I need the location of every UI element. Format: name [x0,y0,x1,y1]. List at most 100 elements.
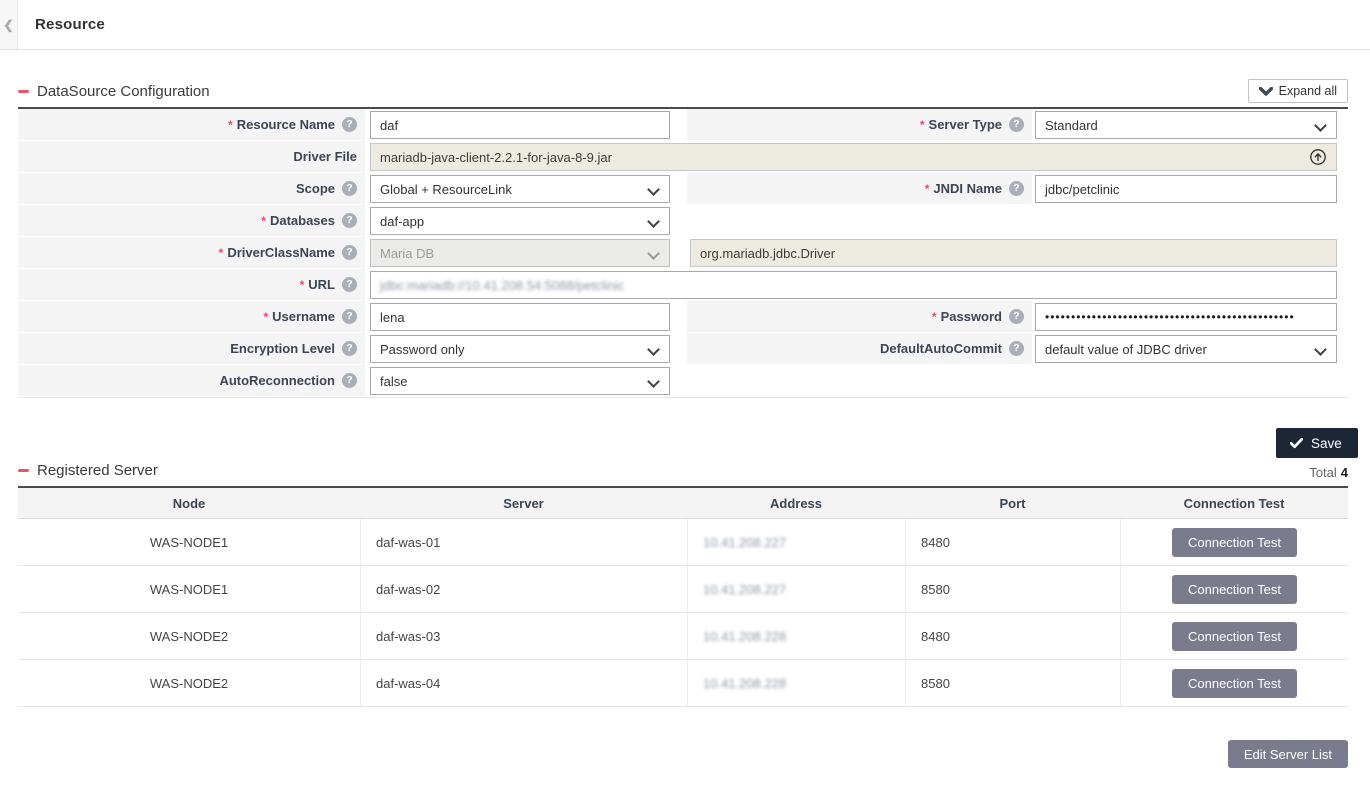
help-icon[interactable]: ? [342,181,357,196]
port-cell: 8580 [905,566,1120,612]
server-cell: daf-was-02 [360,566,687,612]
registered-server-section-header: Registered Server Total4 [18,462,1348,486]
node-cell: WAS-NODE2 [18,613,360,659]
url-redacted-value: jdbc:mariadb://10.41.208.54:5088/petclin… [380,278,624,293]
top-bar: ❮ Resource [0,0,1370,50]
auto-reconnection-select[interactable]: false [370,367,670,395]
table-row: WAS-NODE2 daf-was-03 10.41.208.228 8480 … [18,613,1348,660]
table-row: WAS-NODE1 daf-was-01 10.41.208.227 8480 … [18,519,1348,566]
help-icon[interactable]: ? [342,373,357,388]
save-button[interactable]: Save [1276,428,1358,458]
address-cell: 10.41.208.228 [687,613,905,659]
table-row: WAS-NODE2 daf-was-04 10.41.208.228 8580 … [18,660,1348,707]
help-icon[interactable]: ? [342,277,357,292]
form-row: AutoReconnection ? false [18,365,1348,397]
connection-test-button[interactable]: Connection Test [1172,669,1297,698]
resource-name-label: * Resource Name ? [18,109,365,141]
form-row: * Username ? lena * Password ? •••••••••… [18,301,1348,333]
node-cell: WAS-NODE2 [18,660,360,706]
form-row: * DriverClassName ? Maria DB org.mariadb… [18,237,1348,269]
required-asterisk: * [263,310,268,324]
form-row: * Resource Name ? daf * Server Type ? St… [18,109,1348,141]
required-asterisk: * [300,278,305,292]
help-icon[interactable]: ? [1009,309,1024,324]
port-cell: 8580 [905,660,1120,706]
server-cell: daf-was-01 [360,519,687,565]
table-row: WAS-NODE1 daf-was-02 10.41.208.227 8580 … [18,566,1348,613]
required-asterisk: * [920,118,925,132]
help-icon[interactable]: ? [342,245,357,260]
help-icon[interactable]: ? [342,117,357,132]
url-label: * URL ? [18,269,365,301]
node-cell: WAS-NODE1 [18,519,360,565]
help-icon[interactable]: ? [1009,117,1024,132]
encryption-level-label: Encryption Level ? [18,333,365,365]
column-header-connection-test: Connection Test [1120,488,1348,518]
column-header-node: Node [18,488,360,518]
default-auto-commit-label: DefaultAutoCommit ? [687,333,1032,365]
port-cell: 8480 [905,519,1120,565]
node-cell: WAS-NODE1 [18,566,360,612]
connection-test-button[interactable]: Connection Test [1172,622,1297,651]
form-row: Driver File mariadb-java-client-2.2.1-fo… [18,141,1348,173]
address-redacted-value: 10.41.208.227 [703,535,786,550]
edit-server-list-button[interactable]: Edit Server List [1228,740,1348,768]
required-asterisk: * [228,118,233,132]
address-redacted-value: 10.41.208.228 [703,676,786,691]
auto-reconnection-label: AutoReconnection ? [18,365,365,397]
databases-select[interactable]: daf-app [370,207,670,235]
registered-server-section-title: Registered Server [18,462,158,486]
username-input[interactable]: lena [370,303,670,331]
section-collapse-dash-icon[interactable] [18,90,29,93]
driver-class-name-select: Maria DB [370,239,670,267]
form-row: Encryption Level ? Password only Default… [18,333,1348,365]
driver-file-field: mariadb-java-client-2.2.1-for-java-8-9.j… [370,143,1337,171]
url-input[interactable]: jdbc:mariadb://10.41.208.54:5088/petclin… [370,271,1337,299]
total-value: 4 [1341,465,1348,480]
server-type-select[interactable]: Standard [1035,111,1337,139]
back-chevron-icon: ❮ [3,18,13,32]
resource-name-input[interactable]: daf [370,111,670,139]
required-asterisk: * [925,182,930,196]
upload-icon[interactable] [1309,148,1327,166]
expand-all-button[interactable]: Expand all [1248,79,1348,103]
encryption-level-select[interactable]: Password only [370,335,670,363]
connection-test-button[interactable]: Connection Test [1172,528,1297,557]
username-label: * Username ? [18,301,365,333]
connection-test-button[interactable]: Connection Test [1172,575,1297,604]
scope-label: Scope ? [18,173,365,205]
driver-file-label: Driver File [18,141,365,173]
column-header-server: Server [360,488,687,518]
column-header-port: Port [905,488,1120,518]
address-cell: 10.41.208.227 [687,519,905,565]
default-auto-commit-select[interactable]: default value of JDBC driver [1035,335,1337,363]
help-icon[interactable]: ? [342,309,357,324]
help-icon[interactable]: ? [1009,341,1024,356]
table-header-row: Node Server Address Port Connection Test [18,488,1348,519]
address-redacted-value: 10.41.208.228 [703,629,786,644]
server-type-label: * Server Type ? [687,109,1032,141]
chevron-down-icon [1259,87,1273,96]
form-row: * Databases ? daf-app [18,205,1348,237]
jndi-name-input[interactable]: jdbc/petclinic [1035,175,1337,203]
password-input[interactable]: ••••••••••••••••••••••••••••••••••••••••… [1035,303,1337,331]
total-count: Total4 [1309,465,1348,486]
server-cell: daf-was-04 [360,660,687,706]
datasource-section-title: DataSource Configuration [18,83,210,107]
check-icon [1290,438,1303,449]
section-collapse-dash-icon[interactable] [18,469,29,472]
help-icon[interactable]: ? [342,213,357,228]
back-button[interactable]: ❮ [0,0,18,49]
scope-select[interactable]: Global + ResourceLink [370,175,670,203]
form-row: * URL ? jdbc:mariadb://10.41.208.54:5088… [18,269,1348,301]
required-asterisk: * [932,310,937,324]
driver-class-name-label: * DriverClassName ? [18,237,365,269]
required-asterisk: * [219,246,224,260]
address-cell: 10.41.208.228 [687,660,905,706]
help-icon[interactable]: ? [342,341,357,356]
address-redacted-value: 10.41.208.227 [703,582,786,597]
form-row: Scope ? Global + ResourceLink * JNDI Nam… [18,173,1348,205]
port-cell: 8480 [905,613,1120,659]
datasource-form: * Resource Name ? daf * Server Type ? St… [18,107,1348,398]
help-icon[interactable]: ? [1009,181,1024,196]
